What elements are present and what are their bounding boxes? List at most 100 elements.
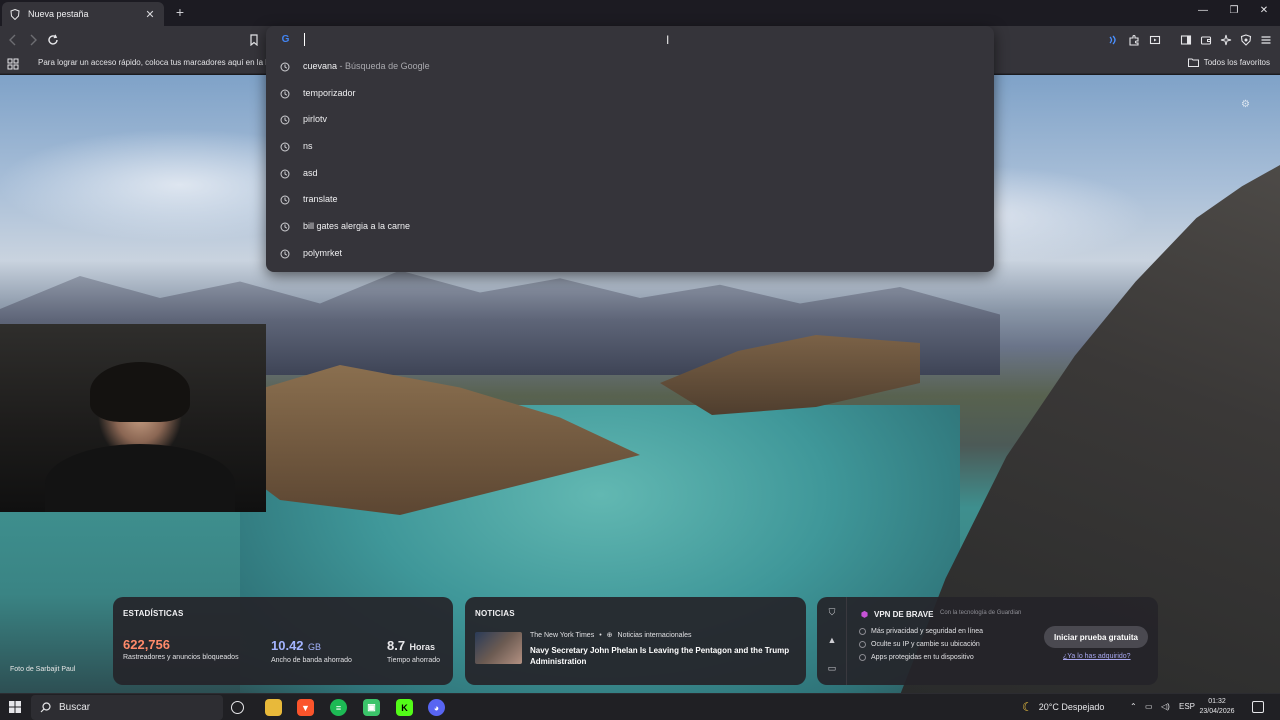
tray-chevron-icon[interactable]: ⌃ xyxy=(1130,702,1137,711)
network-icon[interactable]: ▭ xyxy=(1145,702,1153,711)
news-source: The New York Times xyxy=(530,631,595,639)
suggestion-text: pirlotv xyxy=(303,114,328,124)
vpn-feature-text: Apps protegidas en tu dispositivo xyxy=(871,654,974,661)
windows-start-icon[interactable] xyxy=(9,701,21,713)
messenger-app-icon[interactable]: ▣ xyxy=(363,699,380,716)
mouse-ibeam-cursor: I xyxy=(666,33,670,47)
media-icon[interactable] xyxy=(1147,32,1163,48)
new-tab-button[interactable]: + xyxy=(172,4,188,20)
suggestion-item[interactable]: asd xyxy=(266,161,994,187)
news-title: NOTICIAS xyxy=(475,609,515,618)
vpn-feature-text: Oculte su IP y cambie su ubicación xyxy=(871,641,980,648)
taskbar-search-placeholder: Buscar xyxy=(59,702,91,713)
vpn-shield-icon[interactable]: ⛉ xyxy=(827,607,837,617)
suggestion-item[interactable]: bill gates alergia a la carne xyxy=(266,214,994,240)
brave-shields-icon[interactable] xyxy=(1238,32,1254,48)
photo-credit[interactable]: Foto de Sarbajit Paul xyxy=(10,666,75,673)
taskbar-weather[interactable]: ☾ 20°C Despejado xyxy=(1022,700,1104,714)
bookmark-icon[interactable] xyxy=(246,32,262,48)
language-indicator[interactable]: ESP xyxy=(1179,702,1195,711)
vpn-features: Más privacidad y seguridad en línea Ocul… xyxy=(859,625,983,664)
discord-icon[interactable]: ◕ xyxy=(428,699,445,716)
page-settings-icon[interactable]: ⚙ xyxy=(1241,99,1250,110)
bullet-separator: • xyxy=(599,631,602,639)
folder-icon xyxy=(1187,58,1199,67)
history-icon xyxy=(280,249,290,259)
volume-icon[interactable]: ◁) xyxy=(1161,702,1170,711)
talk-icon[interactable]: ▲ xyxy=(827,635,837,645)
globe-icon: ⊕ xyxy=(606,632,613,639)
time-unit: Horas xyxy=(409,642,436,652)
vpn-feature: Más privacidad y seguridad en línea xyxy=(859,625,983,638)
vpn-widget: ⛉ ▲ ▭ ⬢ VPN DE BRAVE Con la tecnología d… xyxy=(817,597,1158,685)
news-widget[interactable]: NOTICIAS The New York Times • ⊕ Noticias… xyxy=(465,597,806,685)
tab-title: Nueva pestaña xyxy=(28,9,89,19)
vpn-already-link[interactable]: ¿Ya lo has adquirido? xyxy=(1063,653,1131,660)
menu-icon[interactable] xyxy=(1258,32,1274,48)
widget-switcher: ⛉ ▲ ▭ xyxy=(817,597,847,685)
vpn-feature-text: Más privacidad y seguridad en línea xyxy=(871,628,984,635)
restore-icon[interactable]: ❐ xyxy=(1227,5,1241,16)
apps-grid-icon[interactable] xyxy=(7,57,19,75)
bandwidth-unit: GB xyxy=(308,642,322,652)
news-headline[interactable]: Navy Secretary John Phelan Is Leaving th… xyxy=(530,645,795,667)
reload-icon[interactable] xyxy=(45,32,61,48)
suggestion-text: cuevana xyxy=(303,61,338,71)
history-icon xyxy=(280,169,290,179)
all-bookmarks-button[interactable]: Todos los favoritos xyxy=(1187,58,1270,67)
stat-time: 8.7 Horas Tiempo ahorrado xyxy=(387,637,440,664)
sidebar-icon[interactable] xyxy=(1178,32,1194,48)
time-label: Tiempo ahorrado xyxy=(387,657,441,664)
webcam-person-body xyxy=(45,444,235,512)
suggestion-item[interactable]: pirlotv xyxy=(266,107,994,133)
suggestion-text: translate xyxy=(303,194,338,204)
suggestion-item[interactable]: cuevana - Búsqueda de Google xyxy=(266,54,994,80)
moon-icon: ☾ xyxy=(1022,700,1033,714)
news-thumbnail[interactable] xyxy=(475,632,522,664)
taskbar-search[interactable]: Buscar xyxy=(31,695,223,720)
vpn-logo-icon: ⬢ xyxy=(861,610,868,619)
bandwidth-label: Ancho de banda ahorrado xyxy=(271,657,352,664)
history-icon xyxy=(280,142,290,152)
brave-icon[interactable]: ▼ xyxy=(297,699,314,716)
weather-text: 20°C Despejado xyxy=(1038,702,1105,712)
vpn-title-row: ⬢ VPN DE BRAVE xyxy=(861,610,933,619)
ai-sparkle-icon[interactable] xyxy=(1218,32,1234,48)
kick-icon[interactable]: K xyxy=(396,699,413,716)
search-icon xyxy=(40,702,51,713)
spotify-icon[interactable]: ≡ xyxy=(330,699,347,716)
task-view-icon[interactable] xyxy=(231,701,244,714)
tab-strip: Nueva pestaña ✕ + — ❐ ✕ xyxy=(0,0,1280,26)
suggestion-text: polymrket xyxy=(303,248,343,258)
forward-icon[interactable] xyxy=(25,32,41,48)
suggestion-item[interactable]: polymrket xyxy=(266,241,994,267)
suggestion-item[interactable]: translate xyxy=(266,187,994,213)
time-value: 8.7 xyxy=(387,638,406,653)
webcam-overlay xyxy=(0,324,266,512)
suggestion-subtext: - Búsqueda de Google xyxy=(337,61,430,71)
vpn-powered-by: Con la tecnología de Guardian xyxy=(940,610,1022,616)
notification-icon[interactable] xyxy=(1252,701,1264,713)
suggestion-item[interactable]: temporizador xyxy=(266,81,994,107)
wallet-icon[interactable] xyxy=(1198,32,1214,48)
close-tab-icon[interactable]: ✕ xyxy=(144,8,156,21)
vpn-trial-button[interactable]: Iniciar prueba gratuita xyxy=(1044,626,1148,648)
leo-icon[interactable] xyxy=(1105,32,1121,48)
address-bar-input[interactable] xyxy=(302,31,942,49)
minimize-icon[interactable]: — xyxy=(1196,5,1210,16)
rewards-icon[interactable]: ▭ xyxy=(827,663,837,673)
suggestion-text: asd xyxy=(303,168,318,178)
news-meta: The New York Times • ⊕ Noticias internac… xyxy=(530,631,691,640)
address-bar-dropdown: G I cuevana - Búsqueda de Google tempori… xyxy=(266,26,994,272)
suggestion-item[interactable]: ns xyxy=(266,134,994,160)
suggestion-text: bill gates alergia a la carne xyxy=(303,221,411,231)
text-caret xyxy=(304,33,305,46)
back-icon[interactable] xyxy=(5,32,21,48)
close-window-icon[interactable]: ✕ xyxy=(1257,5,1271,16)
file-explorer-icon[interactable] xyxy=(265,699,282,716)
extensions-icon[interactable] xyxy=(1126,32,1142,48)
webcam-person-hair xyxy=(90,362,190,422)
suggestion-text: ns xyxy=(303,141,313,151)
taskbar-clock[interactable]: 01:32 23/04/2026 xyxy=(1198,697,1236,717)
tab-new-tab[interactable]: Nueva pestaña ✕ xyxy=(2,2,164,26)
